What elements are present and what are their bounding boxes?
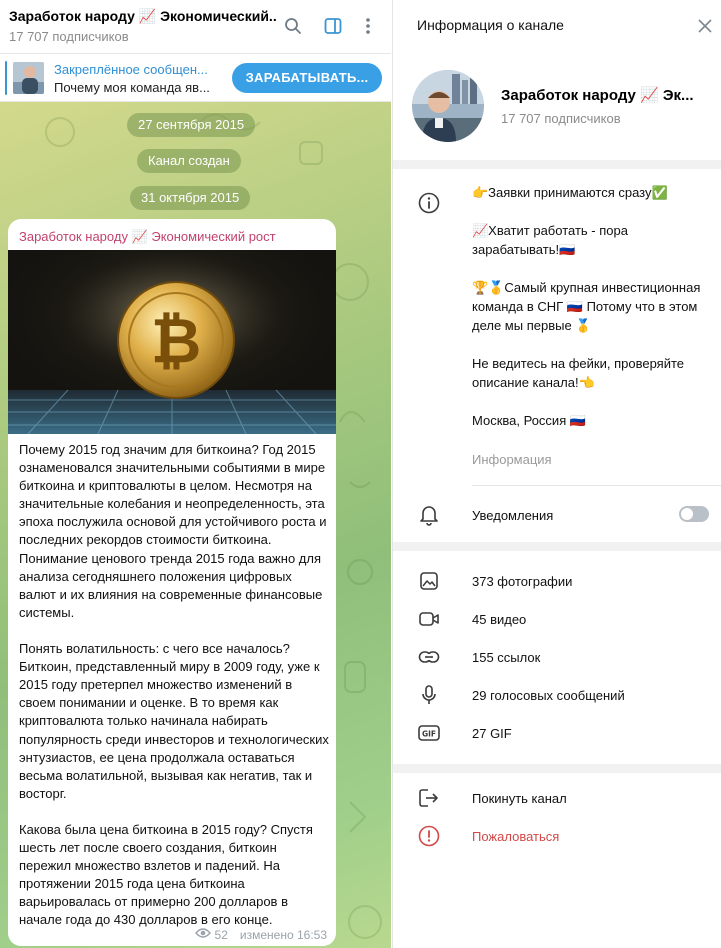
notifications-label[interactable]: Уведомления [472, 508, 553, 523]
description-line: 📈Хватит работать - пора зарабатывать!🇷🇺 [472, 223, 632, 257]
row-divider [472, 485, 721, 486]
post-paragraph: Почему 2015 год значим для биткоина? Год… [19, 442, 327, 620]
pinned-indicator [5, 61, 7, 95]
description-line: 🏆🥇Самый крупная инвестиционная команда в… [472, 280, 705, 333]
section-divider [393, 542, 721, 551]
section-divider [393, 764, 721, 773]
description-location: Москва, Россия 🇷🇺 [472, 413, 587, 428]
microphone-icon [417, 683, 441, 707]
channel-description: 👉Заявки принимаются сразу✅ 📈Хватит работ… [472, 183, 712, 430]
svg-text:GIF: GIF [422, 730, 436, 739]
link-icon [417, 645, 441, 669]
toggle-knob [681, 508, 693, 520]
pinned-preview-text: Почему моя команда яв... [54, 80, 210, 95]
media-links[interactable]: 155 ссылок [472, 650, 540, 665]
leave-channel-button[interactable]: Покинуть канал [472, 791, 567, 806]
pinned-thumbnail [13, 62, 44, 94]
post-text: Почему 2015 год значим для биткоина? Год… [19, 441, 331, 946]
pinned-title: Закреплённое сообщен... [54, 62, 208, 77]
bell-icon [417, 503, 441, 527]
description-line: Не ведитесь на фейки, проверяйте описани… [472, 356, 688, 390]
post-paragraph: Какова была цена биткоина в 2015 году? С… [19, 821, 313, 928]
post-meta: 52 изменено 16:53 [194, 927, 327, 942]
more-vertical-icon[interactable] [357, 15, 379, 37]
earn-button[interactable]: ЗАРАБАТЫВАТЬ... [232, 63, 382, 93]
info-icon [417, 191, 441, 215]
description-label: Информация [472, 452, 552, 467]
gif-icon: GIF [417, 721, 441, 745]
eye-icon [194, 927, 211, 942]
channel-avatar[interactable] [412, 70, 484, 142]
report-icon [417, 824, 441, 848]
leave-icon [417, 786, 441, 810]
close-icon[interactable] [695, 16, 715, 36]
date-separator: 31 октября 2015 [130, 186, 251, 210]
channel-subscriber-count: 17 707 подписчиков [501, 111, 621, 126]
svg-text:₿: ₿ [151, 304, 202, 377]
report-button[interactable]: Пожаловаться [472, 829, 559, 844]
video-icon [417, 607, 441, 631]
channel-info-panel: Информация о канале Заработок народу 📈 Э… [392, 0, 721, 948]
description-line: 👉Заявки принимаются сразу✅ [472, 185, 668, 200]
chat-header[interactable]: Заработок народу 📈 Экономический... 17 7… [0, 0, 391, 54]
chat-pane: Заработок народу 📈 Экономический... 17 7… [0, 0, 391, 948]
view-count: 52 [214, 927, 228, 942]
media-photos[interactable]: 373 фотографии [472, 574, 572, 589]
media-voice-messages[interactable]: 29 голосовых сообщений [472, 688, 625, 703]
chat-title[interactable]: Заработок народу 📈 Экономический... [9, 8, 277, 25]
edited-timestamp: изменено 16:53 [239, 927, 327, 942]
channel-post[interactable]: Заработок народу 📈 Экономический рост ₿ … [8, 219, 336, 946]
sidebar-toggle-icon[interactable] [322, 15, 344, 37]
section-divider [393, 160, 721, 169]
date-separator: 27 сентября 2015 [127, 113, 256, 137]
channel-created-notice: Канал создан [137, 149, 241, 173]
photo-icon [417, 569, 441, 593]
channel-name: Заработок народу 📈 Эк... [501, 87, 694, 104]
media-gifs[interactable]: 27 GIF [472, 726, 512, 741]
post-paragraph: Понять волатильность: с чего все началос… [19, 641, 329, 801]
panel-title: Информация о канале [417, 17, 564, 33]
notifications-toggle[interactable] [679, 506, 709, 522]
post-image[interactable]: ₿ [8, 250, 336, 434]
chat-subscriber-count: 17 707 подписчиков [9, 29, 129, 44]
post-author[interactable]: Заработок народу 📈 Экономический рост [19, 229, 276, 245]
search-icon[interactable] [282, 15, 304, 37]
media-videos[interactable]: 45 видео [472, 612, 526, 627]
